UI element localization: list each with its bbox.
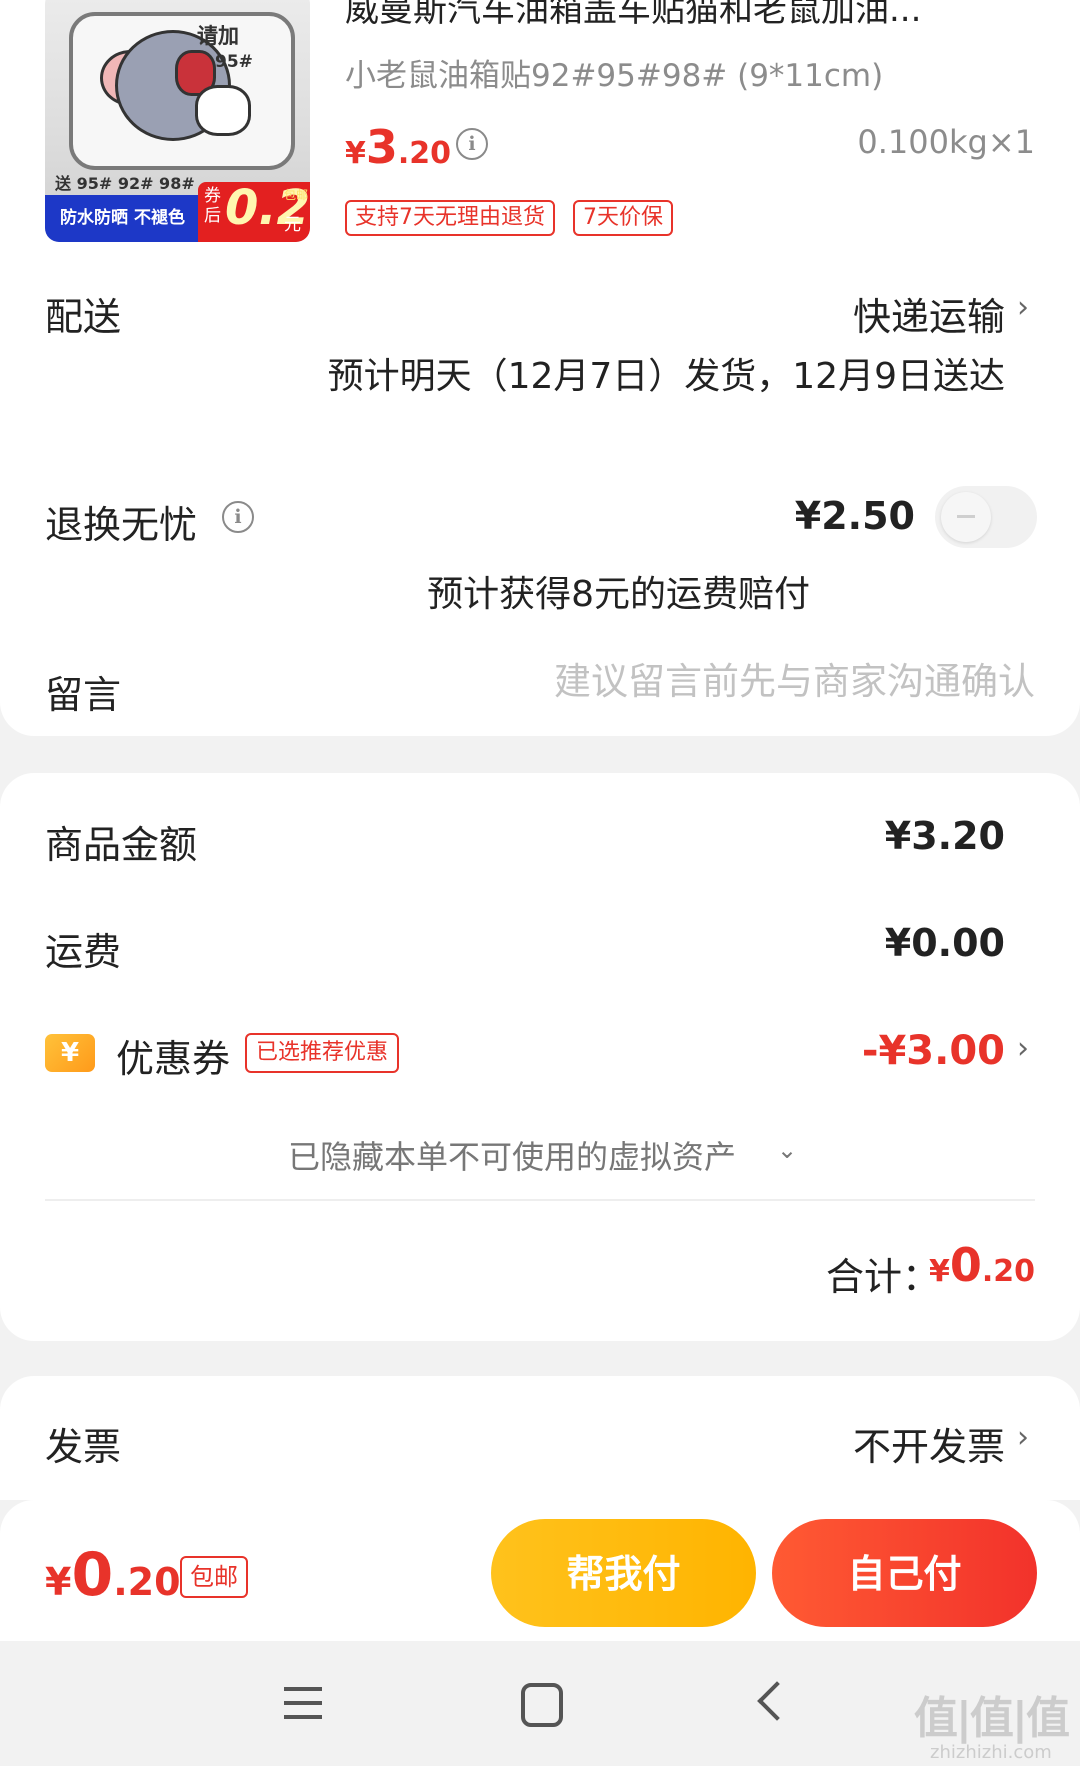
toggle-knob [941, 492, 991, 542]
invoice-label: 发票 [45, 1425, 122, 1469]
thumbnail-speech-grade: 95# [215, 52, 253, 72]
total-label: 合计： [826, 1255, 941, 1299]
pay-myself-button[interactable]: 自己付 [772, 1519, 1037, 1627]
coupon-discount-value[interactable]: -¥3.00 [862, 1028, 1005, 1074]
delivery-method[interactable]: 快递运输 [853, 286, 1005, 341]
product-price: ¥3.20 [345, 120, 451, 174]
return-insurance-compensation: 预计获得8元的运费赔付 [427, 574, 810, 615]
checkout-integer: 0 [71, 1540, 114, 1610]
product-spec[interactable]: 小老鼠油箱贴92#95#98# (9*11cm) [345, 50, 883, 95]
delivery-estimate: 预计明天（12月7日）发货，12月9日送达 [327, 356, 1005, 397]
mouse-diaper [195, 85, 251, 136]
promo-shipping: 包邮 [284, 188, 309, 202]
thumbnail-promo-badge: 券后 0.2 包邮 元 [198, 180, 310, 242]
product-weight-quantity: 0.100kg×1 [857, 123, 1035, 161]
thumbnail-feature-band: 防水防晒 不褪色 [45, 195, 200, 242]
product-title[interactable]: 威曼斯汽车油箱盖车贴猫和老鼠加油... [345, 0, 1025, 31]
goods-amount-value: ¥3.20 [884, 814, 1005, 858]
summary-divider [45, 1199, 1035, 1201]
return-insurance-toggle[interactable] [935, 486, 1037, 548]
hidden-assets-toggle[interactable]: 已隐藏本单不可使用的虚拟资产 [288, 1132, 736, 1178]
return-insurance-info-icon[interactable]: i [222, 501, 254, 533]
back-icon[interactable] [735, 1665, 815, 1745]
free-shipping-badge: 包邮 [180, 1556, 248, 1598]
total-currency: ¥ [928, 1254, 950, 1289]
price-info-icon[interactable]: i [456, 128, 488, 160]
coupon-recommended-badge: 已选推荐优惠 [245, 1033, 400, 1073]
shipping-fee-value: ¥0.00 [884, 921, 1005, 965]
thumbnail-speech-text: 请加 [197, 24, 239, 48]
price-integer: 3 [365, 120, 398, 174]
return-insurance-price: ¥2.50 [794, 494, 915, 538]
coupon-label[interactable]: 优惠券 [116, 1028, 230, 1083]
return-insurance-label: 退换无忧 [45, 503, 198, 547]
price-decimal: .20 [397, 136, 452, 171]
home-icon[interactable] [500, 1665, 580, 1745]
invoice-chevron-right-icon[interactable]: › [1017, 1420, 1029, 1455]
order-details-card: 请加 95# 送 95# 92# 98# 防水防晒 不褪色 券后 0.2 包邮 … [0, 0, 1080, 736]
watermark-logo: 值|值|值 [913, 1693, 1070, 1744]
checkout-price: ¥0.20 [45, 1540, 181, 1610]
recent-apps-icon[interactable] [264, 1665, 344, 1745]
checkout-currency: ¥ [45, 1560, 72, 1604]
watermark-url: zhizhizhi.com [930, 1742, 1052, 1763]
tag-price-protection: 7天价保 [573, 200, 673, 236]
goods-amount-label: 商品金额 [45, 823, 198, 867]
invoice-value[interactable]: 不开发票 [853, 1416, 1005, 1471]
total-decimal: .20 [981, 1254, 1035, 1289]
coupon-chevron-right-icon[interactable]: › [1017, 1031, 1029, 1066]
site-watermark: 值|值|值 zhizhizhi.com [913, 1682, 1070, 1763]
price-currency: ¥ [345, 136, 366, 171]
chevron-down-icon[interactable]: ⌄ [777, 1136, 797, 1164]
delivery-chevron-right-icon[interactable]: › [1017, 290, 1029, 325]
total-value: ¥0.20 [929, 1238, 1035, 1292]
delivery-label: 配送 [45, 295, 122, 339]
message-label: 留言 [45, 673, 122, 717]
promo-unit: 元 [284, 215, 301, 235]
shipping-fee-label: 运费 [45, 930, 122, 974]
checkout-decimal: .20 [113, 1560, 181, 1604]
coupon-icon: ¥ [45, 1034, 95, 1072]
tag-7day-return: 支持7天无理由退货 [345, 200, 555, 236]
message-input[interactable] [475, 660, 1035, 703]
total-integer: 0 [949, 1238, 982, 1292]
help-me-pay-button[interactable]: 帮我付 [491, 1519, 756, 1627]
product-thumbnail[interactable]: 请加 95# 送 95# 92# 98# 防水防晒 不褪色 券后 0.2 包邮 … [45, 0, 310, 242]
promo-label: 券后 [204, 186, 221, 226]
thumbnail-gift-text: 送 95# 92# 98# [55, 174, 195, 193]
